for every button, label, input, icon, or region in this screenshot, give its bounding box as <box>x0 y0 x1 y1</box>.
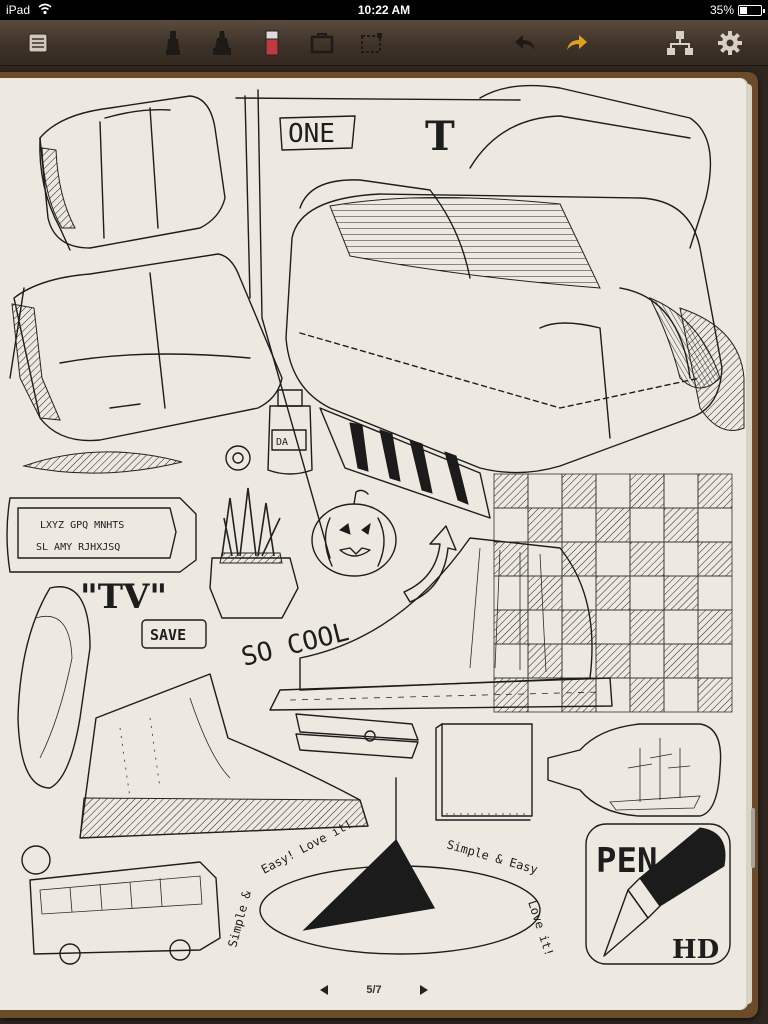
high-top-sneaker-sketch <box>79 673 369 839</box>
checker-cell <box>629 473 665 509</box>
checkerboard-sketch <box>493 473 733 713</box>
eraser-tool-icon[interactable] <box>256 27 288 59</box>
checker-cell <box>595 473 631 509</box>
dial-left2-text: Simple & <box>225 889 254 949</box>
tv-sign: "TV" SAVE <box>80 577 207 649</box>
checker-cell <box>527 575 563 611</box>
notepad-sketch <box>435 723 533 821</box>
gum-top-text: LXYZ GPQ MNHTS <box>40 520 124 531</box>
clothespin-sketch <box>295 713 419 759</box>
checker-cell <box>697 473 733 509</box>
checker-cell <box>493 575 529 611</box>
checker-cell <box>629 541 665 577</box>
dial-right2-text: Love it! <box>525 899 556 958</box>
scroll-indicator[interactable] <box>751 808 755 868</box>
frame-sketch-lines <box>235 89 521 559</box>
checker-cell <box>527 507 563 543</box>
checker-cell <box>561 507 597 543</box>
tv-text: "TV" <box>80 577 167 617</box>
checker-cell <box>697 677 733 713</box>
checker-cell <box>561 541 597 577</box>
page-navigator: 5/7 <box>0 982 748 998</box>
checker-cell <box>561 473 597 509</box>
checker-cell <box>493 507 529 543</box>
undo-icon[interactable] <box>510 27 542 59</box>
dial-right-text: Simple & Easy <box>445 837 539 876</box>
bus-sketch <box>21 845 221 965</box>
checker-cell <box>595 677 631 713</box>
ink-bottle-sketch: DA <box>225 389 313 475</box>
status-bar: iPad 10:22 AM 35% <box>0 0 768 20</box>
checker-cell <box>493 609 529 645</box>
pumpkin-sketch <box>311 489 397 577</box>
checker-cell <box>493 473 529 509</box>
drawing-canvas[interactable]: ONE T DA LXYZ GPQ MNHTS SL AMY RJHXJSQ "… <box>0 78 748 1010</box>
checker-cell <box>697 643 733 679</box>
checker-cell <box>663 575 699 611</box>
pen-tool-icon[interactable] <box>158 27 190 59</box>
checker-cell <box>663 473 699 509</box>
save-text: SAVE <box>150 626 186 644</box>
toolbar <box>0 20 768 66</box>
curved-arrow-sketch <box>403 525 457 603</box>
checker-cell <box>663 507 699 543</box>
checker-cell <box>595 643 631 679</box>
checker-cell <box>697 541 733 577</box>
ship-in-bottle-sketch <box>547 723 722 817</box>
checker-cell <box>697 609 733 645</box>
checker-cell <box>595 507 631 543</box>
checker-cell <box>663 541 699 577</box>
marker-tool-icon[interactable] <box>206 27 238 59</box>
previous-page-icon[interactable] <box>320 985 329 995</box>
checker-cell <box>527 609 563 645</box>
one-sign: ONE T <box>279 113 455 160</box>
folded-jacket-sketch <box>39 95 226 251</box>
export-icon[interactable] <box>664 27 696 59</box>
bottle-tag-text: DA <box>276 437 288 448</box>
checker-cell <box>595 575 631 611</box>
checker-cell <box>493 643 529 679</box>
checker-cell <box>629 575 665 611</box>
duffel-bag-sketch <box>285 84 745 474</box>
checker-cell <box>629 677 665 713</box>
feather-sketch <box>22 451 183 474</box>
striped-band-sketch <box>319 407 491 519</box>
page-indicator: 5/7 <box>366 984 382 996</box>
checker-cell <box>663 643 699 679</box>
checker-cell <box>697 507 733 543</box>
checker-cell <box>629 643 665 679</box>
folded-sweater-sketch <box>9 253 283 442</box>
selection-tool-icon[interactable] <box>356 27 388 59</box>
checker-cell <box>629 609 665 645</box>
notebook-list-icon[interactable] <box>22 27 54 59</box>
redo-icon[interactable] <box>560 27 592 59</box>
checker-cell <box>697 575 733 611</box>
battery-percent: 35% <box>709 3 734 17</box>
gum-bottom-text: SL AMY RJHXJSQ <box>36 542 120 553</box>
pen-hd-app-icon: PEN HD <box>585 823 731 965</box>
checker-cell <box>663 609 699 645</box>
gum-pack-sketch: LXYZ GPQ MNHTS SL AMY RJHXJSQ <box>6 497 197 573</box>
gear-icon[interactable] <box>714 27 746 59</box>
next-page-icon[interactable] <box>419 985 428 995</box>
checker-cell <box>595 609 631 645</box>
checker-cell <box>595 541 631 577</box>
checker-cell <box>527 473 563 509</box>
checker-cell <box>629 507 665 543</box>
so-cool-text: SO COOL <box>238 617 352 673</box>
one-text: ONE <box>288 119 335 149</box>
shape-tool-icon[interactable] <box>306 27 338 59</box>
clock: 10:22 AM <box>357 3 411 17</box>
hd-text: HD <box>672 935 719 965</box>
battery-icon <box>738 5 765 16</box>
checker-cell <box>663 677 699 713</box>
t-letter: T <box>425 113 455 160</box>
potted-plant-sketch <box>209 487 299 619</box>
